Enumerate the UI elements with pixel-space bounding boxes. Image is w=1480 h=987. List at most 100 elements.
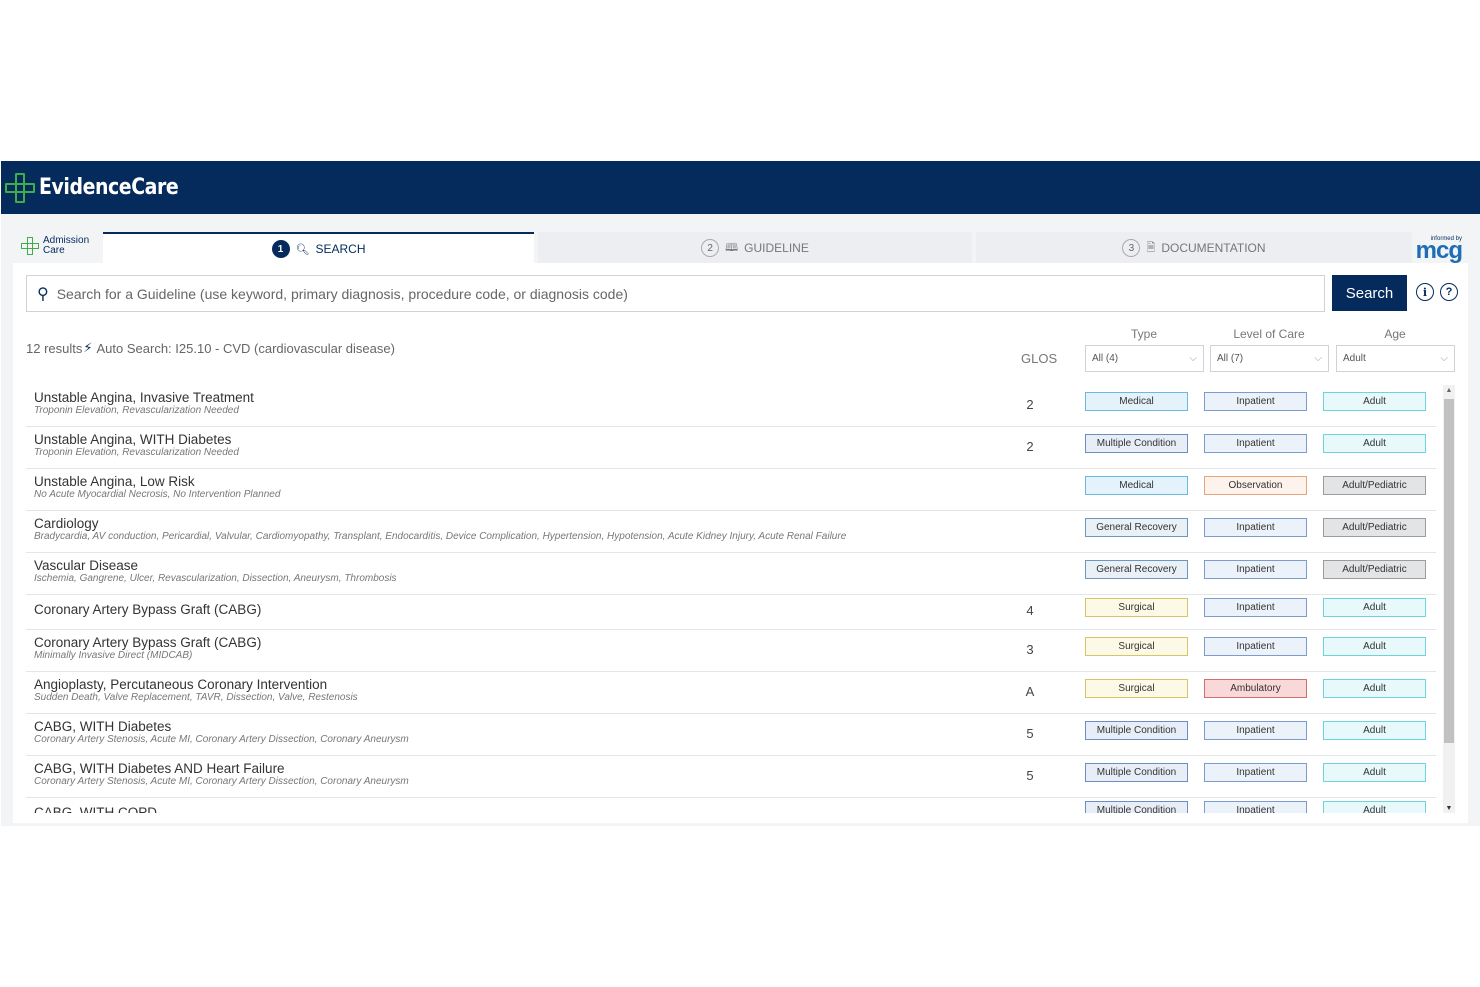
scroll-thumb[interactable] (1444, 399, 1454, 743)
result-row[interactable]: Cardiology Bradycardia, AV conduction, Pe… (26, 511, 1436, 553)
level-of-care-filter-select[interactable]: All (7) ⌵ (1210, 345, 1329, 372)
result-row[interactable]: Coronary Artery Bypass Graft (CABG) Minim… (26, 630, 1436, 672)
result-title[interactable]: Coronary Artery Bypass Graft (CABG) (34, 635, 261, 650)
auto-search-text: Auto Search: I25.10 - CVD (cardiovascula… (96, 340, 395, 356)
level-of-care-badge: Observation (1204, 476, 1307, 495)
brand-name: EvidenceCare (39, 175, 179, 200)
app-window: EvidenceCare Admission Care 1 🔍︎ SEARCH … (1, 161, 1480, 826)
result-title[interactable]: Coronary Artery Bypass Graft (CABG) (34, 602, 261, 617)
level-of-care-badge: Inpatient (1204, 434, 1307, 453)
result-row[interactable]: Unstable Angina, Low Risk No Acute Myocar… (26, 469, 1436, 511)
result-row[interactable]: CABG, WITH COPD Multiple Condition Inpatie… (26, 798, 1436, 813)
scroll-down-arrow-icon[interactable]: ▼ (1443, 803, 1455, 813)
type-badge: Multiple Condition (1085, 801, 1188, 813)
tabs-row: Admission Care 1 🔍︎ SEARCH 2 🕮︎ GUIDELIN… (1, 214, 1480, 264)
age-badge: Adult/Pediatric (1323, 518, 1426, 537)
top-bar: EvidenceCare (1, 161, 1480, 214)
result-title[interactable]: Unstable Angina, Low Risk (34, 474, 195, 489)
tab-documentation[interactable]: 3 🗎︎ DOCUMENTATION (976, 232, 1412, 264)
age-filter-select[interactable]: Adult ⌵ (1336, 345, 1455, 372)
result-glos: 2 (1026, 439, 1034, 454)
evidencecare-logo-icon (5, 172, 35, 203)
result-title[interactable]: CABG, WITH COPD (34, 805, 157, 813)
step-number: 1 (271, 240, 290, 258)
age-badge: Adult (1323, 434, 1426, 453)
type-badge: General Recovery (1085, 560, 1188, 579)
search-panel: ⚲ Search i ? 12 results ⚡︎ Auto Search: … (13, 263, 1468, 823)
result-subtitle: Ischemia, Gangrene, Ulcer, Revasculariza… (34, 573, 397, 584)
level-of-care-badge: Inpatient (1204, 763, 1307, 782)
chevron-down-icon: ⌵ (1440, 353, 1448, 364)
results-count: 12 results (26, 340, 83, 356)
mcg-logo: informed by mcg (1415, 236, 1463, 264)
type-badge: Surgical (1085, 598, 1188, 617)
level-of-care-badge: Inpatient (1204, 392, 1307, 411)
result-glos: 5 (1026, 726, 1034, 741)
results-scrollbar[interactable]: ▲ ▼ (1443, 385, 1455, 813)
type-badge: Medical (1085, 476, 1188, 495)
result-row[interactable]: CABG, WITH Diabetes AND Heart Failure Cor… (26, 756, 1436, 798)
result-subtitle: Troponin Elevation, Revascularization Ne… (34, 447, 239, 458)
result-row[interactable]: Unstable Angina, WITH Diabetes Troponin E… (26, 427, 1436, 469)
tab-label: GUIDELINE (744, 241, 809, 255)
result-row[interactable]: Coronary Artery Bypass Graft (CABG) 4 Surg… (26, 595, 1436, 630)
type-badge: General Recovery (1085, 518, 1188, 537)
result-row[interactable]: Vascular Disease Ischemia, Gangrene, Ulce… (26, 553, 1436, 595)
result-title[interactable]: Unstable Angina, WITH Diabetes (34, 432, 231, 447)
age-badge: Adult (1323, 637, 1426, 656)
admission-line2: Care (43, 245, 65, 256)
result-row[interactable]: Unstable Angina, Invasive Treatment Tropo… (26, 385, 1436, 427)
age-badge: Adult (1323, 721, 1426, 740)
tab-guideline[interactable]: 2 🕮︎ GUIDELINE (538, 232, 972, 264)
result-glos: 3 (1026, 642, 1034, 657)
age-badge: Adult (1323, 598, 1426, 617)
type-badge: Multiple Condition (1085, 721, 1188, 740)
mcg-wordmark: mcg (1415, 237, 1463, 264)
type-filter-value: All (4) (1092, 353, 1119, 364)
search-input[interactable] (56, 285, 1257, 302)
result-subtitle: Sudden Death, Valve Replacement, TAVR, D… (34, 692, 358, 703)
result-title[interactable]: CABG, WITH Diabetes AND Heart Failure (34, 761, 285, 776)
result-subtitle: Coronary Artery Stenosis, Acute MI, Coro… (34, 734, 409, 745)
age-badge: Adult (1323, 801, 1426, 813)
result-row[interactable]: Angioplasty, Percutaneous Coronary Inter… (26, 672, 1436, 714)
search-box[interactable]: ⚲ (26, 275, 1325, 312)
search-button[interactable]: Search (1332, 275, 1407, 311)
result-title[interactable]: Cardiology (34, 516, 99, 531)
result-subtitle: Coronary Artery Stenosis, Acute MI, Coro… (34, 776, 409, 787)
level-of-care-badge: Inpatient (1204, 721, 1307, 740)
age-badge: Adult/Pediatric (1323, 560, 1426, 579)
level-of-care-badge: Inpatient (1204, 637, 1307, 656)
type-badge: Surgical (1085, 637, 1188, 656)
scroll-up-arrow-icon[interactable]: ▲ (1443, 385, 1455, 395)
level-of-care-filter-label: Level of Care (1233, 327, 1305, 341)
search-icon: 🔍︎ (295, 243, 310, 256)
lightning-icon: ⚡︎ (83, 340, 93, 355)
age-badge: Adult (1323, 392, 1426, 411)
result-title[interactable]: Angioplasty, Percutaneous Coronary Inter… (34, 677, 327, 692)
result-subtitle: Bradycardia, AV conduction, Pericardial,… (34, 531, 847, 542)
age-filter-label: Age (1384, 327, 1406, 341)
result-title[interactable]: CABG, WITH Diabetes (34, 719, 171, 734)
tab-search[interactable]: 1 🔍︎ SEARCH (103, 232, 534, 264)
result-row[interactable]: CABG, WITH Diabetes Coronary Artery Steno… (26, 714, 1436, 756)
type-badge: Medical (1085, 392, 1188, 411)
level-of-care-badge: Inpatient (1204, 598, 1307, 617)
type-badge: Multiple Condition (1085, 434, 1188, 453)
type-filter-label: Type (1130, 327, 1157, 341)
step-number: 2 (701, 239, 720, 257)
step-number: 3 (1122, 239, 1141, 257)
result-glos: 2 (1026, 397, 1034, 412)
age-badge: Adult/Pediatric (1323, 476, 1426, 495)
result-title[interactable]: Unstable Angina, Invasive Treatment (34, 390, 254, 405)
info-icon[interactable]: i (1416, 283, 1434, 301)
tab-label: SEARCH (315, 242, 366, 256)
result-glos: 4 (1026, 603, 1034, 618)
type-filter-select[interactable]: All (4) ⌵ (1085, 345, 1204, 372)
results-summary: 12 results ⚡︎ Auto Search: I25.10 - CVD … (26, 340, 395, 356)
level-of-care-badge: Inpatient (1204, 801, 1307, 813)
document-icon: 🗎︎ (1146, 241, 1156, 254)
glos-column-header: GLOS (1021, 351, 1058, 366)
help-icon[interactable]: ? (1440, 283, 1458, 301)
result-title[interactable]: Vascular Disease (34, 558, 138, 573)
